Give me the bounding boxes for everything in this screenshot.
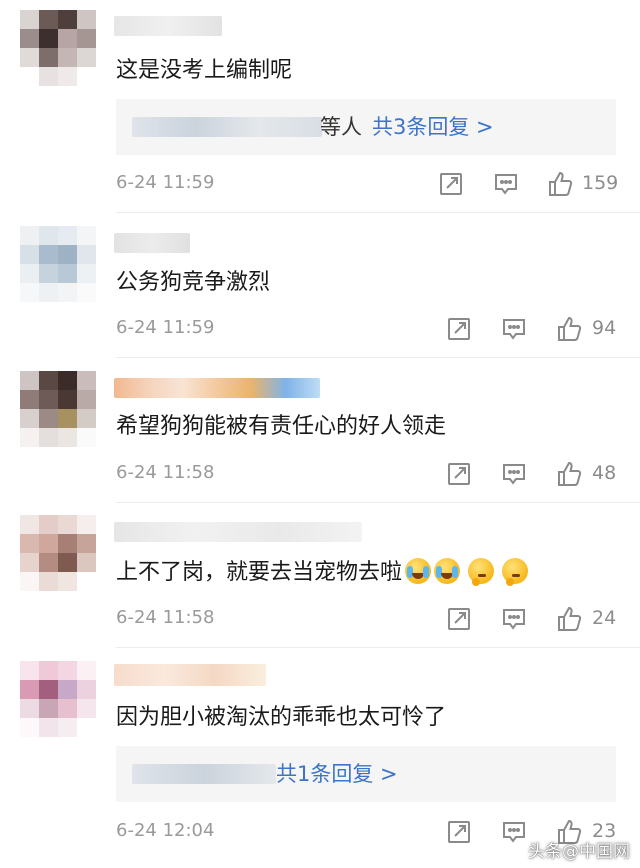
watermark: 头条@中国网 (528, 842, 630, 862)
reply-suffix: 等人 (320, 115, 362, 139)
share-icon[interactable] (445, 605, 473, 633)
avatar[interactable] (20, 515, 96, 591)
reply-summary[interactable]: 共1条回复 > (266, 760, 398, 788)
share-icon[interactable] (445, 460, 473, 488)
timestamp: 6-24 11:58 (116, 462, 215, 483)
timestamp: 6-24 11:59 (116, 172, 215, 193)
crying-laughing-emoji (434, 558, 461, 584)
timestamp: 6-24 12:04 (116, 820, 215, 841)
reply-users-blurred (132, 764, 276, 784)
like-count: 94 (592, 317, 617, 339)
comment-icon[interactable] (500, 460, 528, 488)
divider (116, 357, 640, 358)
share-icon[interactable] (445, 818, 473, 846)
username-blurred[interactable] (114, 378, 320, 398)
like-icon[interactable] (555, 605, 583, 633)
share-icon[interactable] (437, 170, 465, 198)
divider (116, 502, 640, 503)
like-icon[interactable] (555, 460, 583, 488)
comment-icon[interactable] (500, 315, 528, 343)
thinking-emoji (468, 558, 495, 586)
comment-meta: 6-24 11:58 48 (0, 460, 640, 490)
comment-text: 希望狗狗能被有责任心的好人领走 (116, 414, 447, 439)
thinking-emoji (502, 558, 529, 586)
comment-text: 上不了岗，就要去当宠物去啦 (116, 558, 529, 587)
reply-box[interactable]: 共1条回复 > (116, 746, 616, 802)
reply-users-blurred (132, 117, 322, 137)
timestamp: 6-24 11:59 (116, 317, 215, 338)
like-count: 48 (592, 462, 617, 484)
like-icon[interactable] (555, 315, 583, 343)
view-replies-link[interactable]: 共3条回复 > (372, 115, 494, 139)
username-blurred[interactable] (114, 522, 362, 542)
comment-text: 这是没考上编制呢 (116, 58, 293, 83)
divider (116, 212, 640, 213)
like-count: 24 (592, 607, 617, 629)
share-icon[interactable] (445, 315, 473, 343)
comment-icon[interactable] (500, 818, 528, 846)
crying-laughing-emoji (405, 558, 432, 584)
comment-text: 因为胆小被淘汰的乖乖也太可怜了 (116, 705, 447, 730)
comment-meta: 6-24 11:59 159 (0, 170, 640, 200)
like-icon[interactable] (546, 170, 574, 198)
avatar[interactable] (20, 226, 96, 302)
view-replies-link[interactable]: 共1条回复 > (276, 762, 398, 786)
avatar[interactable] (20, 661, 96, 737)
comment-meta: 6-24 11:59 94 (0, 315, 640, 345)
timestamp: 6-24 11:58 (116, 607, 215, 628)
avatar[interactable] (20, 371, 96, 447)
username-blurred[interactable] (114, 664, 266, 686)
divider (116, 647, 640, 648)
username-blurred[interactable] (114, 16, 222, 36)
reply-box[interactable]: 等人 共3条回复 > (116, 99, 616, 155)
like-count: 159 (582, 172, 619, 194)
username-blurred[interactable] (114, 233, 190, 253)
avatar[interactable] (20, 10, 96, 86)
comment-icon[interactable] (500, 605, 528, 633)
comment-text-body: 上不了岗，就要去当宠物去啦 (116, 560, 403, 585)
comment-text: 公务狗竞争激烈 (116, 270, 271, 295)
reply-summary[interactable]: 等人 共3条回复 > (320, 113, 494, 141)
comment-meta: 6-24 11:58 24 (0, 605, 640, 635)
comment-icon[interactable] (492, 170, 520, 198)
